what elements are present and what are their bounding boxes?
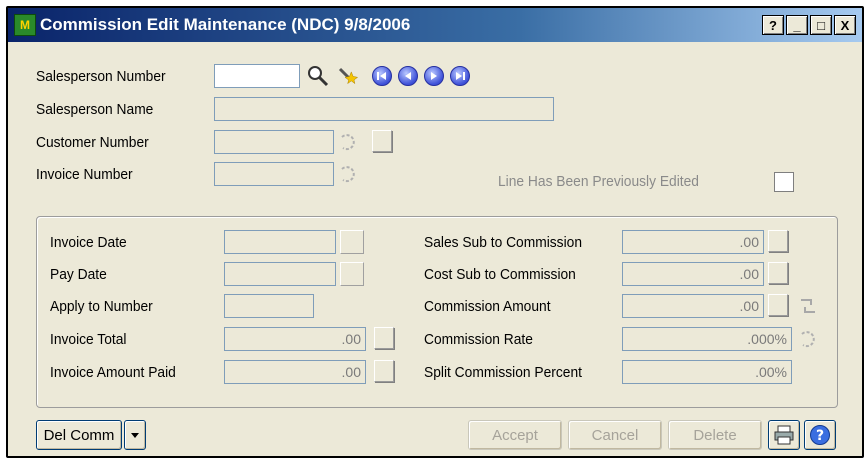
nav-next-icon[interactable] bbox=[424, 66, 444, 86]
recalculate-icon[interactable] bbox=[796, 294, 820, 318]
invoice-lookup-icon[interactable] bbox=[336, 162, 360, 186]
del-comm-dropdown-button[interactable] bbox=[124, 420, 146, 450]
commission-rate-field[interactable]: .000% bbox=[622, 327, 792, 351]
salesperson-name-field[interactable] bbox=[214, 97, 554, 121]
pay-date-calendar-icon[interactable] bbox=[340, 262, 364, 286]
maximize-button[interactable]: □ bbox=[810, 15, 832, 35]
customer-ship-to-button[interactable] bbox=[372, 130, 392, 152]
commission-amount-field[interactable]: .00 bbox=[622, 294, 764, 318]
nav-last-icon[interactable] bbox=[450, 66, 470, 86]
magnifier-icon[interactable] bbox=[306, 64, 330, 88]
invoice-total-label: Invoice Total bbox=[50, 331, 127, 348]
window-title: Commission Edit Maintenance (NDC) 9/8/20… bbox=[40, 15, 411, 34]
delete-button[interactable]: Delete bbox=[668, 420, 762, 450]
invoice-date-label: Invoice Date bbox=[50, 234, 127, 251]
apply-to-number-label: Apply to Number bbox=[50, 298, 153, 315]
sales-sub-label: Sales Sub to Commission bbox=[424, 234, 583, 251]
nav-prev-icon[interactable] bbox=[398, 66, 418, 86]
split-commission-field[interactable]: .00% bbox=[622, 360, 792, 384]
print-button[interactable] bbox=[768, 420, 800, 450]
invoice-date-field[interactable] bbox=[224, 230, 336, 254]
salesperson-number-label: Salesperson Number bbox=[36, 68, 166, 85]
accept-button[interactable]: Accept bbox=[468, 420, 562, 450]
customer-number-field[interactable] bbox=[214, 130, 334, 154]
title-bar[interactable]: M Commission Edit Maintenance (NDC) 9/8/… bbox=[8, 8, 862, 42]
invoice-amount-paid-field[interactable]: .00 bbox=[224, 360, 366, 384]
cost-sub-button[interactable] bbox=[768, 262, 788, 284]
customer-lookup-icon[interactable] bbox=[336, 130, 360, 154]
pay-date-label: Pay Date bbox=[50, 266, 107, 283]
apply-to-number-field[interactable] bbox=[224, 294, 314, 318]
commission-rate-lookup-icon[interactable] bbox=[796, 327, 820, 351]
split-commission-label: Split Commission Percent bbox=[424, 364, 582, 381]
help-icon: ? bbox=[810, 425, 830, 445]
printer-icon bbox=[774, 425, 794, 445]
commission-amount-button[interactable] bbox=[768, 294, 788, 316]
cost-sub-field[interactable]: .00 bbox=[622, 262, 764, 286]
app-icon: M bbox=[14, 14, 36, 36]
invoice-amount-paid-button[interactable] bbox=[374, 360, 394, 382]
salesperson-number-input[interactable] bbox=[214, 64, 300, 88]
search-wizard-icon[interactable] bbox=[336, 64, 362, 88]
sales-sub-field[interactable]: .00 bbox=[622, 230, 764, 254]
commission-amount-label: Commission Amount bbox=[424, 298, 551, 315]
help-title-button[interactable]: ? bbox=[762, 15, 784, 35]
pay-date-field[interactable] bbox=[224, 262, 336, 286]
close-button[interactable]: X bbox=[834, 15, 856, 35]
invoice-total-button[interactable] bbox=[374, 327, 394, 349]
invoice-number-label: Invoice Number bbox=[36, 166, 133, 183]
salesperson-name-label: Salesperson Name bbox=[36, 101, 154, 118]
minimize-button[interactable]: _ bbox=[786, 15, 808, 35]
invoice-total-field[interactable]: .00 bbox=[224, 327, 366, 351]
svg-text:?: ? bbox=[816, 428, 824, 444]
cancel-button[interactable]: Cancel bbox=[568, 420, 662, 450]
line-edited-checkbox[interactable] bbox=[774, 172, 794, 192]
customer-number-label: Customer Number bbox=[36, 134, 149, 151]
invoice-date-calendar-icon[interactable] bbox=[340, 230, 364, 254]
commission-edit-window: M Commission Edit Maintenance (NDC) 9/8/… bbox=[6, 6, 864, 458]
invoice-number-field[interactable] bbox=[214, 162, 334, 186]
line-edited-label: Line Has Been Previously Edited bbox=[498, 173, 699, 190]
help-button[interactable]: ? bbox=[804, 420, 836, 450]
nav-first-icon[interactable] bbox=[372, 66, 392, 86]
commission-rate-label: Commission Rate bbox=[424, 331, 533, 348]
del-comm-button[interactable]: Del Comm bbox=[36, 420, 122, 450]
chevron-down-icon bbox=[131, 433, 139, 438]
invoice-amount-paid-label: Invoice Amount Paid bbox=[50, 364, 176, 381]
sales-sub-button[interactable] bbox=[768, 230, 788, 252]
cost-sub-label: Cost Sub to Commission bbox=[424, 266, 576, 283]
